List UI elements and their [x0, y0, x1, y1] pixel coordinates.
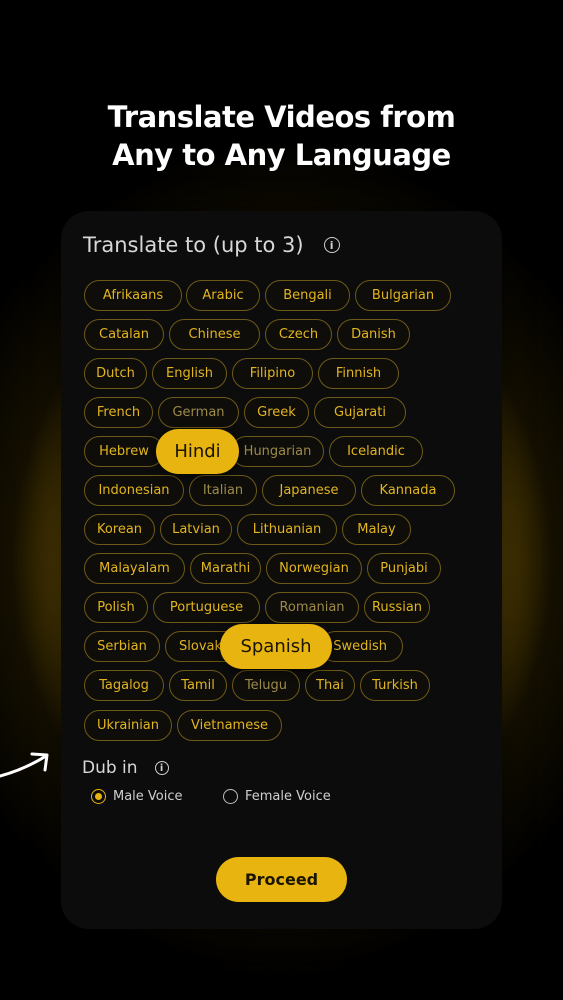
language-chip[interactable]: Indonesian: [84, 475, 184, 506]
language-chip[interactable]: Italian: [189, 475, 257, 506]
headline-line-1: Translate Videos from: [107, 100, 456, 134]
radio-selected-icon[interactable]: [91, 789, 106, 804]
language-chip[interactable]: German: [158, 397, 239, 428]
language-chip[interactable]: Vietnamese: [177, 710, 282, 741]
language-chip[interactable]: Catalan: [84, 319, 164, 350]
headline-line-2: Any to Any Language: [112, 138, 451, 172]
language-chip[interactable]: Filipino: [232, 358, 313, 389]
translate-to-label: Translate to (up to 3): [83, 233, 304, 257]
language-chip[interactable]: Romanian: [265, 592, 359, 623]
info-icon[interactable]: i: [323, 237, 340, 253]
language-chip[interactable]: Czech: [265, 319, 332, 350]
male-voice-option[interactable]: Male Voice: [91, 789, 183, 804]
language-chip[interactable]: Portuguese: [153, 592, 260, 623]
language-chip[interactable]: Norwegian: [266, 553, 362, 584]
male-voice-label: Male Voice: [113, 789, 183, 804]
curved-arrow-icon: [0, 752, 49, 778]
language-chip[interactable]: Malay: [342, 514, 411, 545]
language-chip[interactable]: Chinese: [169, 319, 260, 350]
language-chip[interactable]: Greek: [244, 397, 309, 428]
female-voice-label: Female Voice: [245, 789, 331, 804]
dub-in-label: Dub in: [82, 758, 138, 778]
language-chip-selected[interactable]: Spanish: [220, 624, 332, 669]
language-chip[interactable]: Telugu: [232, 670, 300, 701]
language-chip[interactable]: Punjabi: [367, 553, 441, 584]
language-chip[interactable]: Swedish: [320, 631, 403, 662]
language-chip[interactable]: Hebrew: [84, 436, 164, 467]
language-chip[interactable]: Tamil: [169, 670, 227, 701]
language-chip[interactable]: Bengali: [265, 280, 350, 311]
language-chip[interactable]: Polish: [84, 592, 148, 623]
language-chip[interactable]: Ukrainian: [84, 710, 172, 741]
translate-to-heading: Translate to (up to 3) i: [83, 233, 340, 257]
dub-in-heading: Dub in i: [82, 758, 169, 778]
language-chip[interactable]: Korean: [84, 514, 155, 545]
female-voice-option[interactable]: Female Voice: [223, 789, 331, 804]
language-chip-selected[interactable]: Hindi: [156, 429, 239, 474]
language-chip[interactable]: Marathi: [190, 553, 261, 584]
language-chip[interactable]: English: [152, 358, 227, 389]
language-chip[interactable]: Serbian: [84, 631, 160, 662]
language-chip[interactable]: Turkish: [360, 670, 430, 701]
headline: Translate Videos from Any to Any Languag…: [0, 98, 563, 174]
language-chip[interactable]: Dutch: [84, 358, 147, 389]
language-chip[interactable]: Thai: [305, 670, 355, 701]
proceed-button[interactable]: Proceed: [216, 857, 347, 902]
language-chip[interactable]: Bulgarian: [355, 280, 451, 311]
language-chip[interactable]: Finnish: [318, 358, 399, 389]
language-chip[interactable]: Malayalam: [84, 553, 185, 584]
language-chip[interactable]: French: [84, 397, 153, 428]
language-chip[interactable]: Latvian: [160, 514, 232, 545]
language-chip[interactable]: Kannada: [361, 475, 455, 506]
language-chip[interactable]: Danish: [337, 319, 410, 350]
language-chip[interactable]: Japanese: [262, 475, 356, 506]
info-icon[interactable]: i: [154, 761, 169, 775]
language-chip[interactable]: Arabic: [186, 280, 260, 311]
radio-unselected-icon[interactable]: [223, 789, 238, 804]
language-chip[interactable]: Gujarati: [314, 397, 406, 428]
language-chip[interactable]: Hungarian: [231, 436, 324, 467]
language-chip[interactable]: Afrikaans: [84, 280, 182, 311]
language-chip[interactable]: Lithuanian: [237, 514, 337, 545]
language-chip[interactable]: Icelandic: [329, 436, 423, 467]
language-chip[interactable]: Russian: [364, 592, 430, 623]
language-chip[interactable]: Tagalog: [84, 670, 164, 701]
